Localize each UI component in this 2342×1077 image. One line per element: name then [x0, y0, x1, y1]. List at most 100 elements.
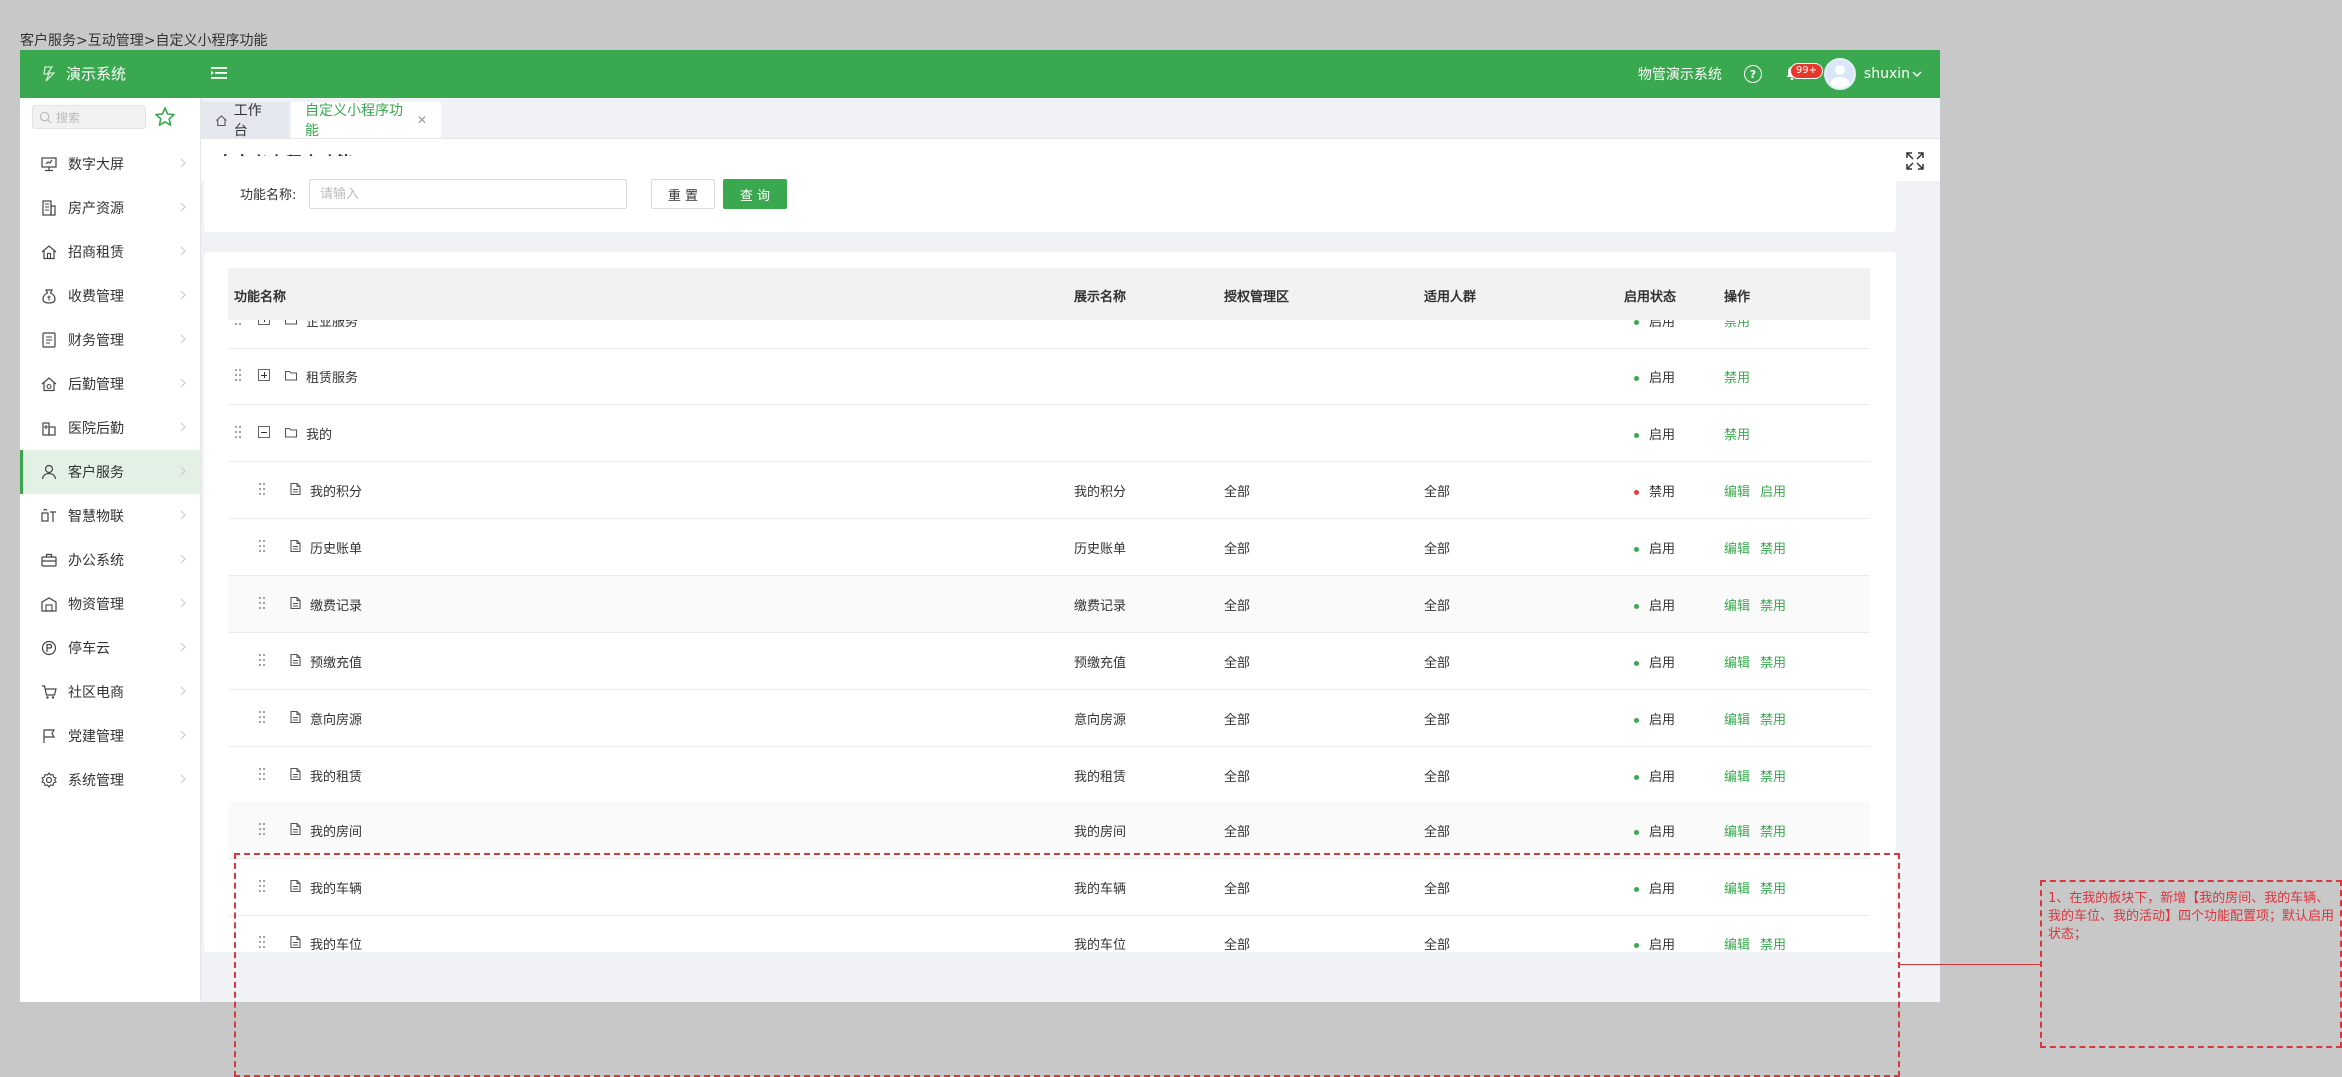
action-disable-link[interactable]: 禁用	[1760, 770, 1786, 785]
action-edit-link[interactable]: 编辑	[1724, 938, 1750, 952]
table-row[interactable]: 我的租赁 我的租赁 全部 全部 启用 编辑 禁用	[228, 747, 1870, 804]
drag-handle-icon[interactable]	[258, 935, 266, 949]
user-menu[interactable]: shuxin	[1823, 58, 1922, 90]
status-text: 启用	[1649, 825, 1676, 840]
sidebar-item-label: 医院后勤	[68, 421, 124, 437]
reset-button[interactable]: 重 置	[651, 179, 715, 209]
action-edit-link[interactable]: 编辑	[1724, 485, 1750, 500]
sidebar-search-box[interactable]: 搜索	[32, 105, 146, 129]
action-disable-link[interactable]: 禁用	[1724, 320, 1750, 330]
function-name: 我的房间	[310, 825, 363, 840]
table-row[interactable]: 预缴充值 预缴充值 全部 全部 启用 编辑 禁用	[228, 633, 1870, 690]
action-disable-link[interactable]: 禁用	[1724, 428, 1750, 443]
action-disable-link[interactable]: 禁用	[1760, 825, 1786, 840]
status-badge: 启用	[1634, 821, 1675, 840]
drag-handle-icon[interactable]	[258, 653, 266, 667]
cart-icon	[42, 685, 57, 699]
action-edit-link[interactable]: 编辑	[1724, 599, 1750, 614]
action-disable-link[interactable]: 禁用	[1760, 599, 1786, 614]
collapse-icon[interactable]	[258, 426, 270, 438]
close-icon[interactable]: ✕	[417, 113, 427, 127]
function-name-input[interactable]	[309, 179, 627, 209]
sidebar-item-11[interactable]: 停车云	[20, 626, 200, 670]
status-badge: 启用	[1634, 320, 1675, 330]
table-row[interactable]: 缴费记录 缴费记录 全部 全部 启用 编辑 禁用	[228, 576, 1870, 633]
sidebar-item-10[interactable]: 物资管理	[20, 582, 200, 626]
row-actions: 编辑 禁用	[1724, 934, 1796, 952]
sidebar-item-9[interactable]: 办公系统	[20, 538, 200, 582]
sidebar-item-3[interactable]: 收费管理	[20, 274, 200, 318]
drag-handle-icon[interactable]	[258, 879, 266, 893]
table-row[interactable]: 我的积分 我的积分 全部 全部 禁用 编辑 启用	[228, 462, 1870, 519]
action-disable-link[interactable]: 禁用	[1760, 656, 1786, 671]
function-name: 我的租赁	[310, 770, 363, 785]
drag-handle-icon[interactable]	[258, 482, 266, 496]
display-name: 缴费记录	[1074, 599, 1127, 614]
drag-handle-icon[interactable]	[234, 320, 242, 326]
sidebar-item-8[interactable]: 智慧物联	[20, 494, 200, 538]
system-name-link[interactable]: 物管演示系统	[1638, 64, 1722, 84]
table-row[interactable]: 历史账单 历史账单 全部 全部 启用 编辑 禁用	[228, 519, 1870, 576]
chevron-right-icon	[180, 290, 186, 300]
row-actions: 禁用	[1724, 367, 1760, 386]
expand-icon[interactable]	[258, 320, 270, 325]
table-row[interactable]: 我的车辆 我的车辆 全部 全部 启用 编辑 禁用	[228, 859, 1870, 916]
action-edit-link[interactable]: 编辑	[1724, 656, 1750, 671]
menu-toggle-icon[interactable]	[210, 64, 228, 82]
table-row[interactable]: 企业服务 启用 禁用	[228, 320, 1870, 349]
sidebar-item-14[interactable]: 系统管理	[20, 758, 200, 802]
sidebar-item-12[interactable]: 社区电商	[20, 670, 200, 714]
sidebar-item-7[interactable]: 客户服务	[20, 450, 200, 494]
table-row[interactable]: 租赁服务 启用 禁用	[228, 348, 1870, 405]
drag-handle-icon[interactable]	[258, 767, 266, 781]
sidebar-item-label: 物资管理	[68, 597, 124, 613]
help-icon[interactable]: ?	[1743, 65, 1762, 83]
drag-handle-icon[interactable]	[234, 368, 242, 382]
table-row[interactable]: 意向房源 意向房源 全部 全部 启用 编辑 禁用	[228, 690, 1870, 747]
action-disable-link[interactable]: 禁用	[1760, 938, 1786, 952]
sidebar-item-4[interactable]: 财务管理	[20, 318, 200, 362]
sidebar-item-2[interactable]: 招商租赁	[20, 230, 200, 274]
table-row[interactable]: 我的房间 我的房间 全部 全部 启用 编辑 禁用	[228, 802, 1870, 859]
drag-handle-icon[interactable]	[234, 425, 242, 439]
action-disable-link[interactable]: 禁用	[1724, 371, 1750, 386]
action-disable-link[interactable]: 禁用	[1760, 713, 1786, 728]
action-edit-link[interactable]: 编辑	[1724, 825, 1750, 840]
action-edit-link[interactable]: 编辑	[1724, 882, 1750, 897]
drag-handle-icon[interactable]	[258, 539, 266, 553]
action-edit-link[interactable]: 编辑	[1724, 713, 1750, 728]
sidebar-item-5[interactable]: 后勤管理	[20, 362, 200, 406]
sidebar-item-1[interactable]: 房产资源	[20, 186, 200, 230]
action-disable-link[interactable]: 禁用	[1760, 542, 1786, 557]
drag-handle-icon[interactable]	[258, 710, 266, 724]
sidebar-item-0[interactable]: 数字大屏	[20, 142, 200, 186]
table-body[interactable]: 企业服务 启用 禁用 租赁服务 启用 禁用 我的 启用 禁用 我的积分 我的积分 全部 全部 禁用 编辑 启用…	[228, 320, 1870, 952]
fullscreen-icon[interactable]	[1906, 152, 1924, 170]
file-icon	[290, 539, 301, 553]
audience: 全部	[1424, 713, 1451, 728]
function-table: 功能名称 展示名称 授权管理区 适用人群 启用状态 操作 企业服务 启用 禁用 租赁服务 启用 禁用…	[204, 252, 1896, 952]
table-row[interactable]: 我的 启用 禁用	[228, 405, 1870, 462]
sidebar-item-6[interactable]: 医院后勤	[20, 406, 200, 450]
action-edit-link[interactable]: 编辑	[1724, 542, 1750, 557]
favorite-star-icon[interactable]	[154, 106, 176, 128]
row-actions: 禁用	[1724, 424, 1760, 443]
expand-icon[interactable]	[258, 369, 270, 381]
sidebar-item-13[interactable]: 党建管理	[20, 714, 200, 758]
action-disable-link[interactable]: 禁用	[1760, 882, 1786, 897]
notification-badge: 99+	[1789, 63, 1824, 79]
app-logo[interactable]: 演示系统	[42, 63, 126, 84]
action-edit-link[interactable]: 编辑	[1724, 770, 1750, 785]
file-icon	[290, 596, 301, 610]
table-row[interactable]: 我的车位 我的车位 全部 全部 启用 编辑 禁用	[228, 915, 1870, 952]
notification-bell[interactable]: 99+	[1784, 63, 1824, 83]
app-name: 演示系统	[66, 65, 127, 83]
tab-custom-miniapp[interactable]: 自定义小程序功能 ✕	[291, 102, 441, 139]
drag-handle-icon[interactable]	[258, 596, 266, 610]
action-enable-link[interactable]: 启用	[1760, 485, 1786, 500]
tab-workbench[interactable]: 工作台	[201, 102, 289, 139]
query-button[interactable]: 查 询	[723, 179, 787, 209]
chevron-right-icon	[180, 334, 186, 344]
status-text: 启用	[1649, 713, 1676, 728]
drag-handle-icon[interactable]	[258, 822, 266, 836]
